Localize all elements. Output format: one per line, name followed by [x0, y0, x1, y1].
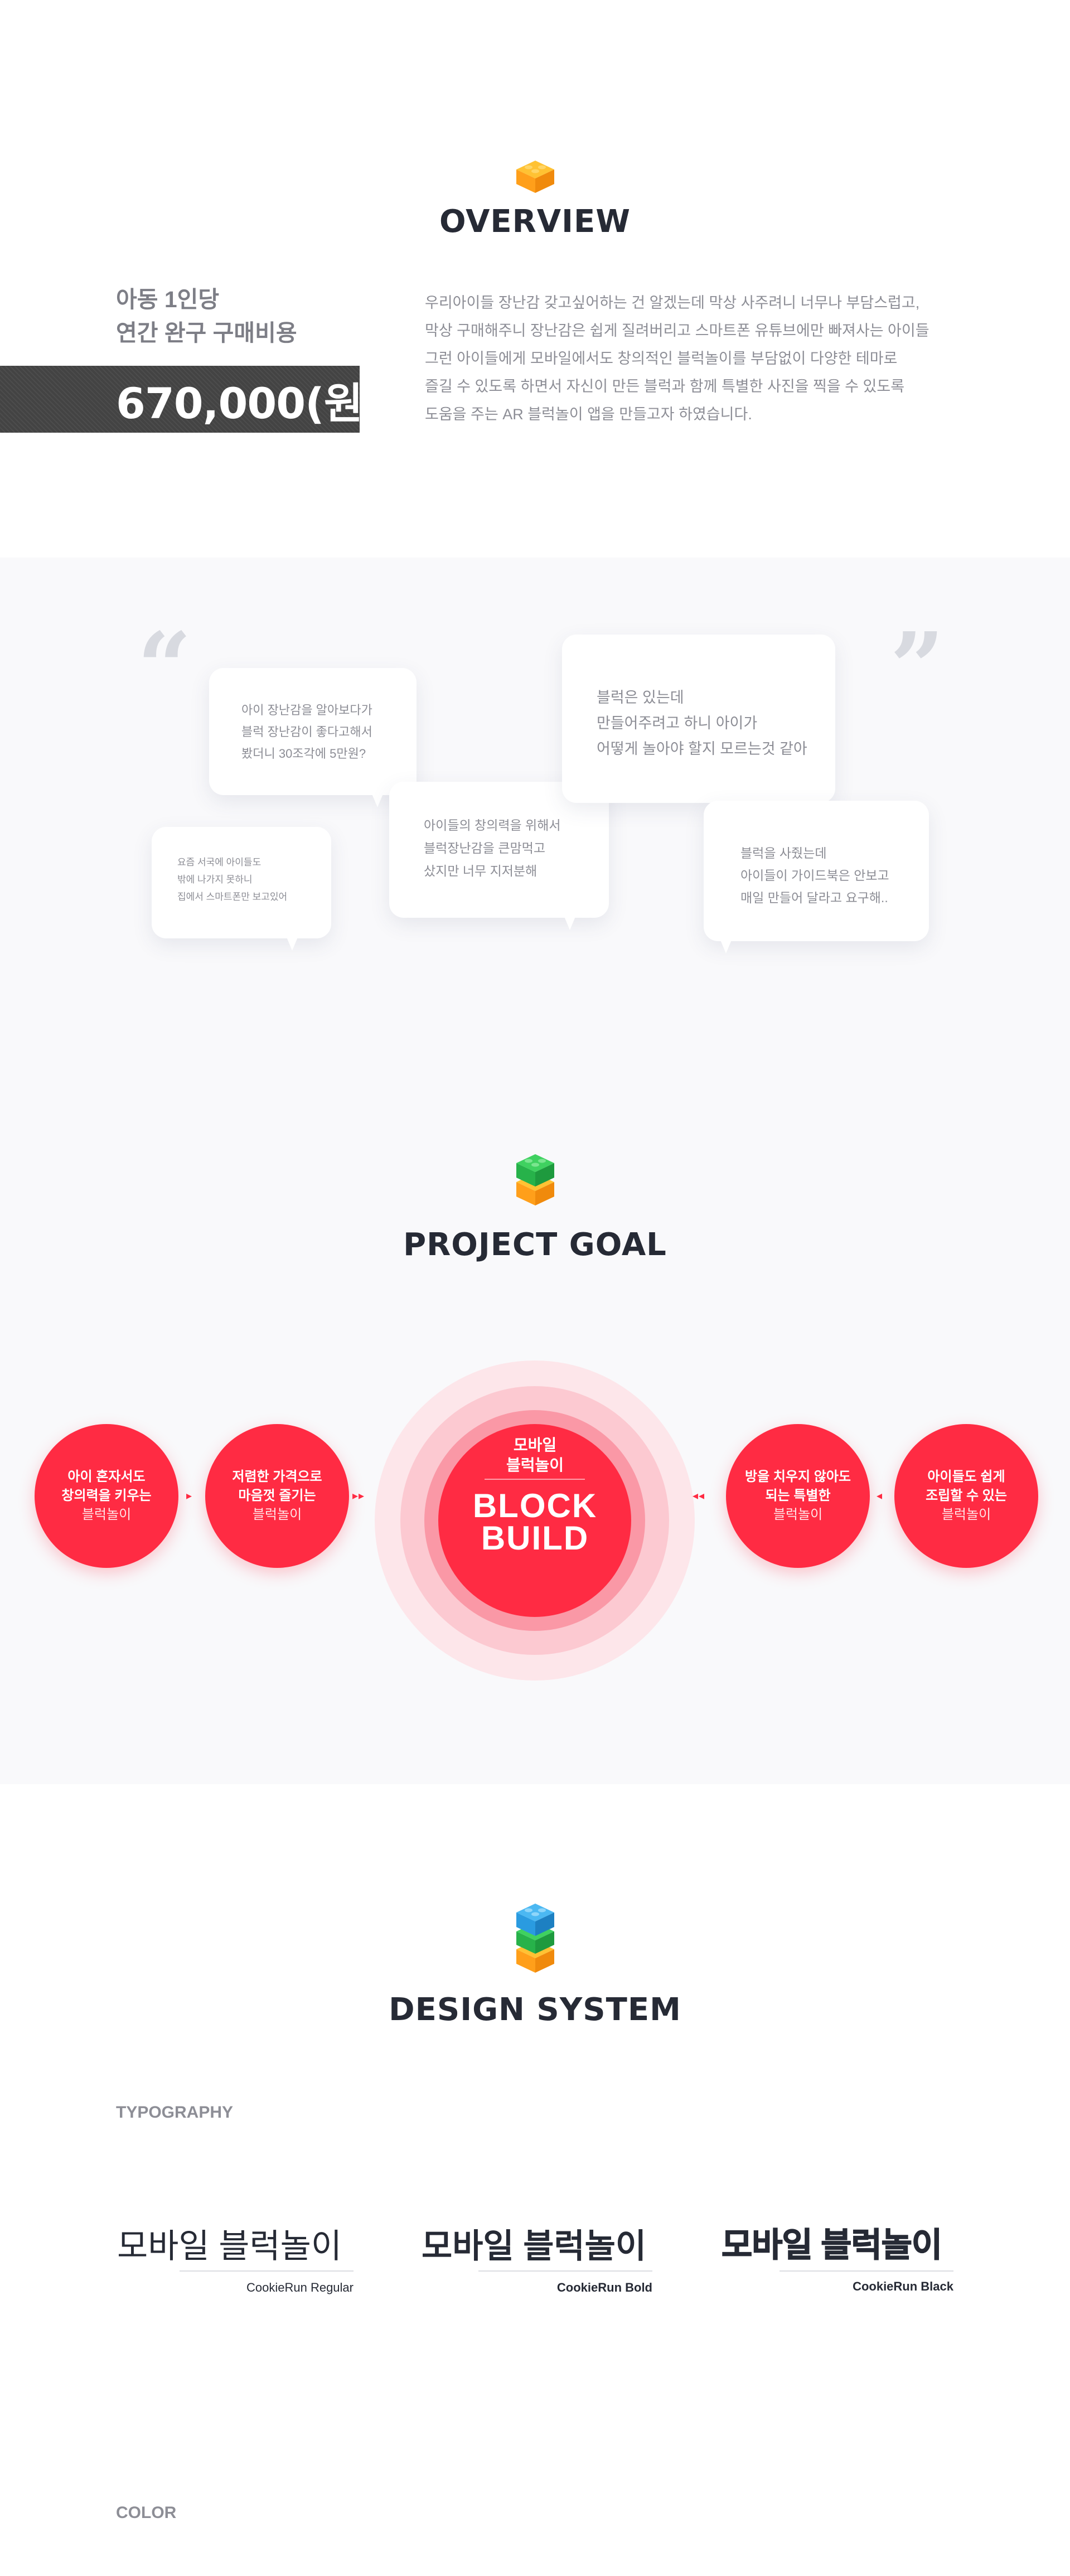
goal-circle-line: 아이 혼자서도 [67, 1469, 146, 1484]
quote-bubble: 블럭은 있는데 만들어주려고 하니 아이가 어떻게 놀아야 할지 모르는것 같아 [562, 635, 835, 815]
goal-circle-line: 조립할 수 있는 [926, 1488, 1007, 1503]
blue-green-orange-block-icon [516, 1904, 554, 1973]
center-divider [485, 1479, 585, 1480]
quote-line: 블럭장난감을 큰맘먹고 [424, 841, 545, 855]
typography-caption-regular: CookieRun Regular [246, 2280, 354, 2294]
quote-line: 아이 장난감을 알아보다가 [241, 703, 372, 717]
goal-circle: 방을 치우지 않아도 되는 특별한 블럭놀이 [726, 1424, 870, 1568]
typography-caption-black: CookieRun Black [853, 2279, 953, 2293]
typography-underline [478, 2270, 652, 2272]
goal-circle-line: 되는 특별한 [765, 1488, 831, 1503]
quote-line: 밖에 나가지 못하니 [177, 874, 253, 885]
overview-desc-line: 도움을 주는 AR 블럭놀이 앱을 만들고자 하였습니다. [425, 406, 752, 423]
overview-title: OVERVIEW [439, 204, 631, 240]
project-goal-title: PROJECT GOAL [403, 1227, 667, 1263]
orange-block-icon [516, 161, 554, 193]
typography-sample-regular: 모바일 블럭놀이 [117, 2228, 342, 2265]
arrow-right-icon: ▸ [186, 1490, 193, 1502]
quote-line: 샀지만 너무 지저분해 [424, 864, 538, 878]
overview-desc-line: 그런 아이들에게 모바일에서도 창의적인 블럭놀이를 부담없이 다양한 테마로 [425, 350, 898, 367]
goal-circle-line: 블럭놀이 [81, 1507, 132, 1522]
goal-circle-line: 블럭놀이 [252, 1507, 302, 1522]
overview-desc-line: 우리아이들 장난감 갖고싶어하는 건 알겠는데 막상 사주려니 너무나 부담스럽… [425, 294, 920, 311]
goal-circle: 아이들도 쉽게 조립할 수 있는 블럭놀이 [894, 1424, 1038, 1568]
quote-line: 만들어주려고 하니 아이가 [597, 715, 758, 732]
typography-underline [180, 2270, 354, 2272]
goal-circle: 아이 혼자서도 창의력을 키우는 블럭놀이 [35, 1424, 178, 1568]
goal-circle-line: 저렴한 가격으로 [232, 1469, 322, 1484]
quote-line: 봤더니 30조각에 5만원? [241, 747, 366, 761]
overview-label-line1: 아동 1인당 [116, 287, 220, 312]
quote-line: 아이들의 창의력을 위해서 [424, 818, 561, 832]
goal-circle: 저렴한 가격으로 마음껏 즐기는 블럭놀이 [205, 1424, 349, 1568]
typography-underline [779, 2270, 953, 2272]
color-heading: COLOR [116, 2504, 177, 2522]
quote-line: 어떻게 놀아야 할지 모르는것 같아 [597, 740, 807, 757]
quote-line: 매일 만들어 달라고 요구해.. [740, 890, 888, 905]
goal-circle-line: 창의력을 키우는 [61, 1488, 152, 1503]
quote-line: 아이들이 가이드북은 안보고 [740, 868, 889, 883]
goal-circle-line: 마음껏 즐기는 [238, 1488, 316, 1503]
quote-line: 요즘 서국에 아이들도 [177, 857, 262, 868]
quote-bubble: 블럭을 사줬는데 아이들이 가이드북은 안보고 매일 만들어 달라고 요구해.. [704, 801, 929, 953]
arrow-left-icon: ◂ [877, 1490, 883, 1502]
quote-bubble: 요즘 서국에 아이들도 밖에 나가지 못하니 집에서 스마트폰만 보고있어 [152, 827, 331, 951]
close-quote-mark: ” [890, 612, 945, 723]
double-arrow-right-icon: ▸▸ [352, 1490, 365, 1502]
quote-line: 블럭은 있는데 [597, 689, 684, 706]
quote-line: 블럭 장난감이 좋다고해서 [241, 725, 372, 739]
design-system-title: DESIGN SYSTEM [389, 1992, 681, 2028]
typography-sample-bold: 모바일 블럭놀이 [422, 2228, 647, 2265]
double-arrow-left-icon: ◂◂ [693, 1490, 705, 1502]
goal-circle-line: 아이들도 쉽게 [927, 1469, 1005, 1484]
overview-description: 우리아이들 장난감 갖고싶어하는 건 알겠는데 막상 사주려니 너무나 부담스럽… [425, 289, 960, 428]
green-orange-block-icon [516, 1154, 554, 1205]
quote-line: 집에서 스마트폰만 보고있어 [177, 892, 288, 902]
quote-bubble: 아이 장난감을 알아보다가 블럭 장난감이 좋다고해서 봤더니 30조각에 5만… [209, 668, 417, 807]
overview-desc-line: 막상 구매해주니 장난감은 쉽게 질려버리고 스마트폰 유튜브에만 빠져사는 아… [425, 322, 929, 339]
goal-circle-line: 방을 치우지 않아도 [745, 1469, 851, 1484]
typography-caption-bold: CookieRun Bold [556, 2280, 652, 2294]
goal-circle-line: 블럭놀이 [941, 1507, 991, 1522]
overview-label-line2: 연간 완구 구매비용 [116, 320, 297, 346]
quote-line: 블럭을 사줬는데 [740, 846, 827, 860]
overview-price: 670,000(원) [116, 379, 382, 428]
open-quote-mark: “ [137, 612, 192, 723]
typography-sample-black: 모바일 블럭놀이 [721, 2226, 943, 2264]
goal-circle-line: 블럭놀이 [773, 1507, 823, 1522]
typography-heading: TYPOGRAPHY [116, 2103, 234, 2122]
overview-desc-line: 즐길 수 있도록 하면서 자신이 만든 블럭과 함께 특별한 사진을 찍을 수 … [425, 378, 905, 395]
